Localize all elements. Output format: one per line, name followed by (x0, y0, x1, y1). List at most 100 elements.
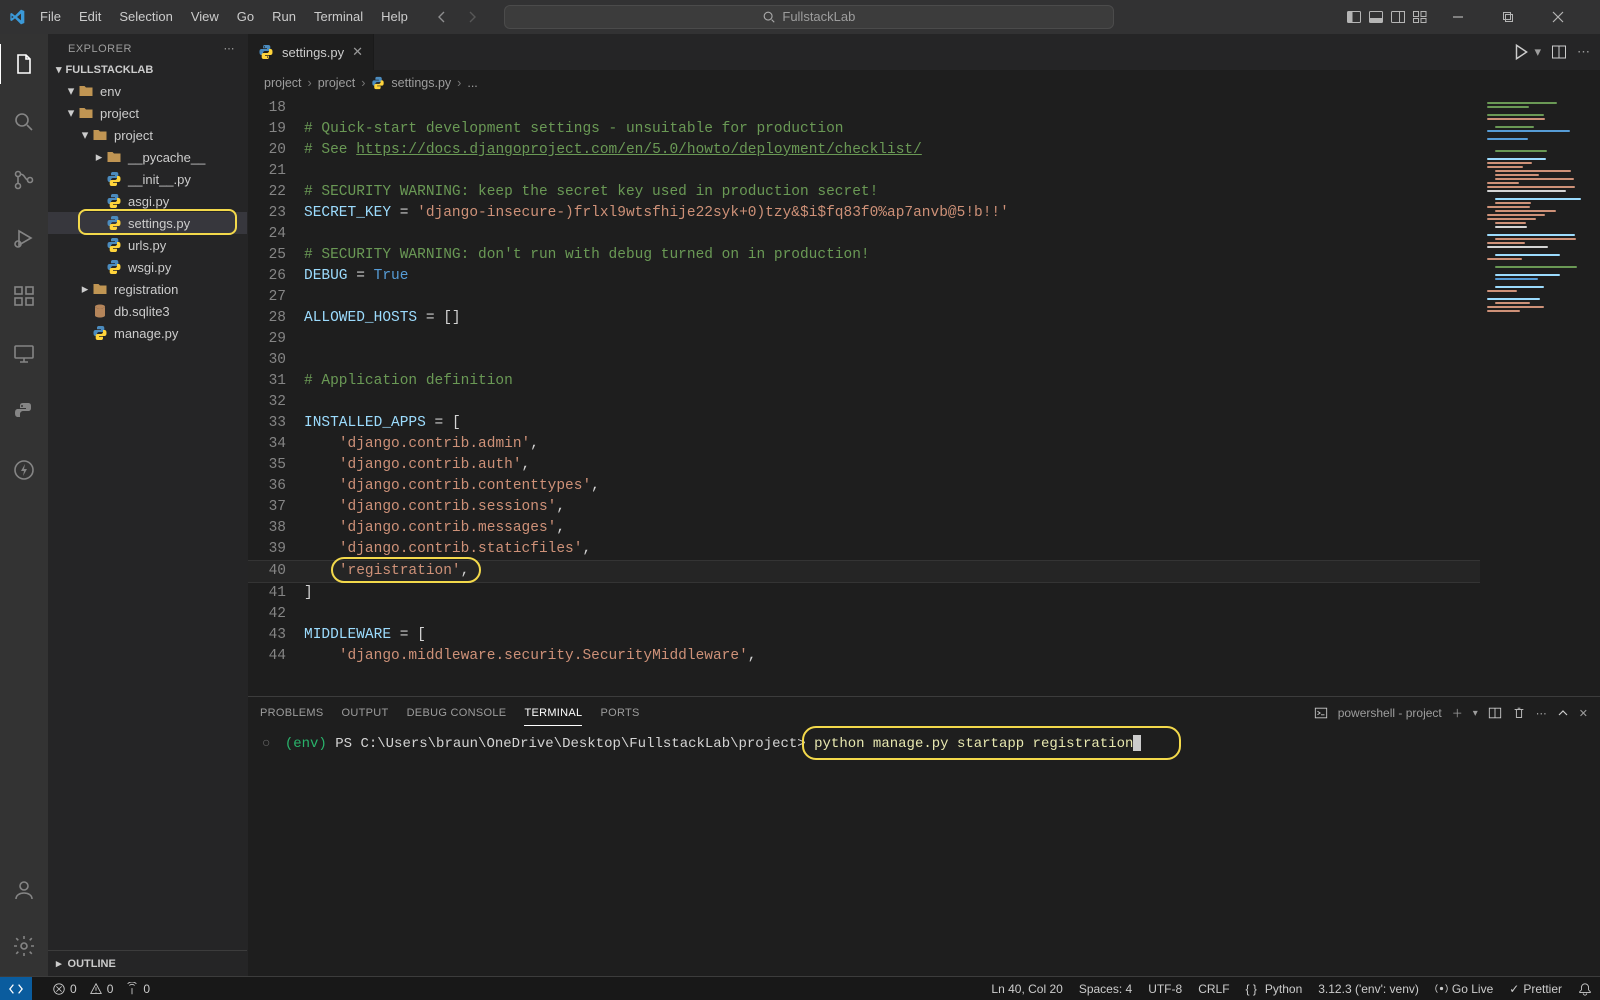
panel-tab-ports[interactable]: PORTS (600, 701, 639, 725)
panel-more-icon[interactable]: ⋯ (1536, 707, 1547, 720)
tree-item-registration[interactable]: ▸registration (48, 278, 247, 300)
code-line[interactable]: 18 (248, 98, 1480, 119)
menu-go[interactable]: Go (229, 5, 262, 28)
status-errors[interactable]: 0 (52, 982, 77, 996)
tree-item-urls-py[interactable]: urls.py (48, 234, 247, 256)
status-spaces[interactable]: Spaces: 4 (1079, 982, 1132, 996)
menu-edit[interactable]: Edit (71, 5, 109, 28)
window-minimize-icon[interactable] (1452, 11, 1492, 23)
menu-selection[interactable]: Selection (111, 5, 180, 28)
code-line[interactable]: 39 'django.contrib.staticfiles', (248, 539, 1480, 560)
kill-terminal-icon[interactable] (1512, 706, 1526, 720)
explorer-more-icon[interactable]: ⋯ (224, 42, 236, 55)
command-center[interactable]: FullstackLab (504, 5, 1114, 29)
code-line[interactable]: 36 'django.contrib.contenttypes', (248, 476, 1480, 497)
file-tree[interactable]: ▾env▾project▾project▸__pycache____init__… (48, 80, 247, 950)
breadcrumb-seg[interactable]: project (264, 76, 302, 90)
breadcrumb-seg[interactable]: settings.py (391, 76, 451, 90)
code-line[interactable]: 40 'registration', (248, 560, 1480, 583)
code-line[interactable]: 25# SECURITY WARNING: don't run with deb… (248, 245, 1480, 266)
panel-tab-debug[interactable]: DEBUG CONSOLE (407, 701, 507, 725)
run-icon[interactable] (1512, 43, 1530, 61)
terminal-shell-label[interactable]: powershell - project (1338, 706, 1442, 720)
activity-settings-icon[interactable] (0, 926, 48, 966)
nav-forward-icon[interactable] (464, 9, 480, 25)
code-line[interactable]: 30 (248, 350, 1480, 371)
code-line[interactable]: 32 (248, 392, 1480, 413)
code-line[interactable]: 34 'django.contrib.admin', (248, 434, 1480, 455)
tab-close-icon[interactable]: ✕ (352, 44, 363, 60)
code-line[interactable]: 21 (248, 161, 1480, 182)
status-language[interactable]: { }Python (1246, 982, 1303, 996)
code-line[interactable]: 41] (248, 583, 1480, 604)
nav-back-icon[interactable] (434, 9, 450, 25)
menu-terminal[interactable]: Terminal (306, 5, 371, 28)
status-encoding[interactable]: UTF-8 (1148, 982, 1182, 996)
panel-tab-output[interactable]: OUTPUT (342, 701, 389, 725)
panel-close-icon[interactable]: ✕ (1579, 707, 1588, 720)
code-line[interactable]: 29 (248, 329, 1480, 350)
tree-item-wsgi-py[interactable]: wsgi.py (48, 256, 247, 278)
code-line[interactable]: 22# SECURITY WARNING: keep the secret ke… (248, 182, 1480, 203)
status-prettier[interactable]: ✓ Prettier (1509, 982, 1562, 996)
breadcrumb[interactable]: project › project › settings.py › ... (248, 70, 1600, 96)
panel-maximize-icon[interactable] (1557, 707, 1569, 719)
activity-debug-icon[interactable] (0, 218, 48, 258)
status-ln-col[interactable]: Ln 40, Col 20 (991, 982, 1062, 996)
breadcrumb-seg[interactable]: project (318, 76, 356, 90)
status-bell-icon[interactable] (1578, 982, 1592, 996)
activity-extensions-icon[interactable] (0, 276, 48, 316)
code-line[interactable]: 42 (248, 604, 1480, 625)
code-line[interactable]: 23SECRET_KEY = 'django-insecure-)frlxl9w… (248, 203, 1480, 224)
remote-indicator-icon[interactable] (0, 977, 32, 1000)
layout-right-icon[interactable] (1390, 9, 1406, 25)
layout-bottom-icon[interactable] (1368, 9, 1384, 25)
tree-item-project[interactable]: ▾project (48, 102, 247, 124)
code-line[interactable]: 43MIDDLEWARE = [ (248, 625, 1480, 646)
outline-section[interactable]: ▸ OUTLINE (48, 950, 247, 976)
minimap[interactable] (1480, 96, 1600, 696)
split-editor-icon[interactable] (1551, 44, 1567, 60)
panel-tab-problems[interactable]: PROBLEMS (260, 701, 324, 725)
status-eol[interactable]: CRLF (1198, 982, 1229, 996)
activity-python-icon[interactable] (0, 392, 48, 432)
code-line[interactable]: 31# Application definition (248, 371, 1480, 392)
activity-scm-icon[interactable] (0, 160, 48, 200)
split-terminal-icon[interactable] (1488, 706, 1502, 720)
code-line[interactable]: 20# See https://docs.djangoproject.com/e… (248, 140, 1480, 161)
code-line[interactable]: 37 'django.contrib.sessions', (248, 497, 1480, 518)
window-maximize-icon[interactable] (1502, 11, 1542, 23)
tree-item-db-sqlite3[interactable]: db.sqlite3 (48, 300, 247, 322)
tree-item-__init__-py[interactable]: __init__.py (48, 168, 247, 190)
code-line[interactable]: 28ALLOWED_HOSTS = [] (248, 308, 1480, 329)
code-line[interactable]: 27 (248, 287, 1480, 308)
menu-file[interactable]: File (32, 5, 69, 28)
tree-item-asgi-py[interactable]: asgi.py (48, 190, 247, 212)
code-line[interactable]: 33INSTALLED_APPS = [ (248, 413, 1480, 434)
explorer-folder-header[interactable]: ▾ FULLSTACKLAB (48, 59, 247, 80)
code-line[interactable]: 24 (248, 224, 1480, 245)
status-golive[interactable]: Go Live (1435, 982, 1493, 996)
layout-custom-icon[interactable] (1412, 9, 1428, 25)
activity-thunder-icon[interactable] (0, 450, 48, 490)
menu-run[interactable]: Run (264, 5, 304, 28)
code-line[interactable]: 38 'django.contrib.messages', (248, 518, 1480, 539)
tab-settings-py[interactable]: settings.py ✕ (248, 34, 374, 70)
terminal-dropdown-icon[interactable]: ▾ (1473, 708, 1478, 719)
run-dropdown-icon[interactable]: ▾ (1534, 44, 1541, 60)
status-ports[interactable]: 0 (125, 982, 150, 996)
editor-more-icon[interactable]: ⋯ (1577, 44, 1590, 60)
activity-remote-icon[interactable] (0, 334, 48, 374)
menu-view[interactable]: View (183, 5, 227, 28)
panel-tab-terminal[interactable]: TERMINAL (524, 701, 582, 726)
activity-search-icon[interactable] (0, 102, 48, 142)
code-editor[interactable]: 1819# Quick-start development settings -… (248, 96, 1480, 696)
layout-left-icon[interactable] (1346, 9, 1362, 25)
new-terminal-icon[interactable]: ＋ (1452, 705, 1463, 721)
code-line[interactable]: 19# Quick-start development settings - u… (248, 119, 1480, 140)
terminal[interactable]: ○ (env) PS C:\Users\braun\OneDrive\Deskt… (248, 729, 1600, 976)
window-close-icon[interactable] (1552, 11, 1592, 23)
breadcrumb-seg[interactable]: ... (467, 76, 477, 90)
status-interpreter[interactable]: 3.12.3 ('env': venv) (1318, 982, 1419, 996)
menu-help[interactable]: Help (373, 5, 416, 28)
